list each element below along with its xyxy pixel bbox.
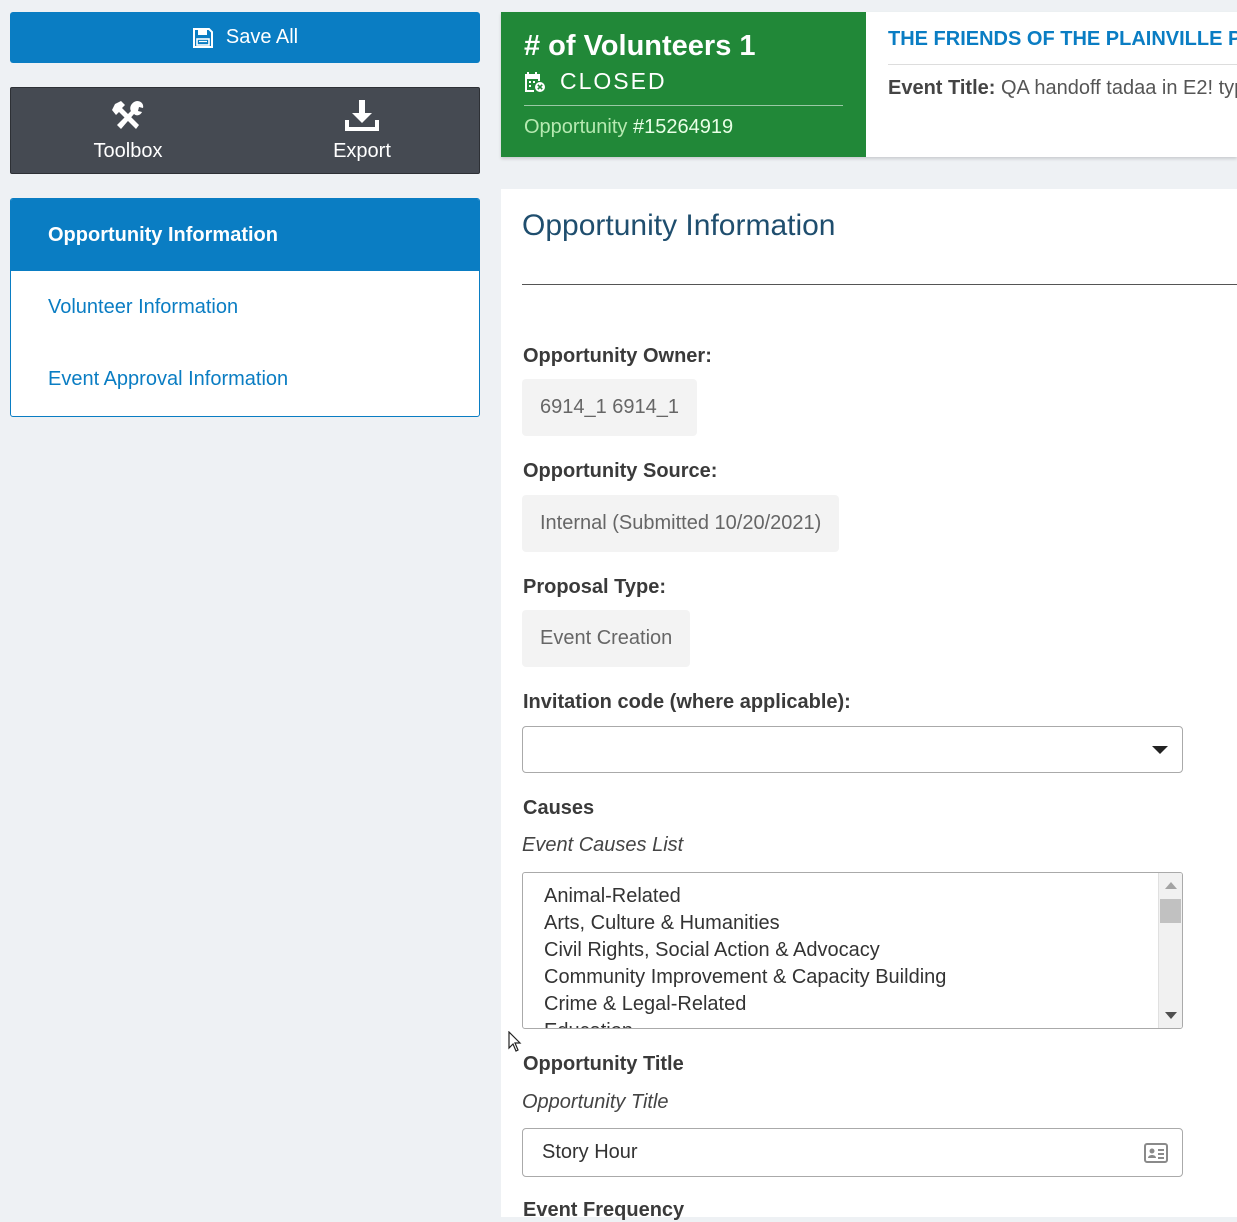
opportunity-prefix: Opportunity (524, 116, 628, 138)
list-item[interactable]: Civil Rights, Social Action & Advocacy (544, 937, 1156, 964)
volunteer-count: # of Volunteers 1 (524, 30, 756, 62)
export-icon (345, 100, 379, 131)
nav-item-label: Volunteer Information (48, 295, 239, 318)
save-all-button[interactable]: Save All (10, 12, 480, 63)
tools-panel: Toolbox Export (10, 87, 480, 174)
opportunity-header: # of Volunteers 1 CLOSED Opportunity #15… (501, 12, 1237, 157)
owner-label: Opportunity Owner: (523, 345, 712, 367)
invitation-code-select[interactable] (522, 726, 1183, 773)
listbox-scrollbar[interactable] (1158, 873, 1182, 1028)
list-item[interactable]: Animal-Related (544, 883, 1156, 910)
owner-value: 6914_1 6914_1 (522, 379, 698, 436)
list-item[interactable]: Education (544, 1018, 1156, 1028)
section-nav: Opportunity Information Volunteer Inform… (10, 198, 480, 417)
proposal-type-value: Event Creation (522, 610, 691, 667)
scroll-up-arrow-icon[interactable] (1165, 882, 1177, 889)
section-title: Opportunity Information (522, 209, 836, 242)
source-value: Internal (Submitted 10/20/2021) (522, 495, 840, 552)
nav-item-volunteer-information[interactable]: Volunteer Information (11, 271, 479, 343)
invitation-code-label: Invitation code (where applicable): (523, 691, 851, 713)
opportunity-title-input[interactable]: Story Hour (522, 1128, 1183, 1177)
event-title-label: Event Title: (888, 77, 996, 99)
chevron-down-icon (1152, 746, 1168, 754)
toolbox-button[interactable]: Toolbox (11, 88, 245, 173)
calendar-closed-icon (525, 71, 545, 92)
causes-label: Causes (523, 797, 595, 819)
list-item[interactable]: Community Improvement & Capacity Buildin… (544, 964, 1156, 991)
status-row: CLOSED (524, 68, 843, 106)
proposal-type-label: Proposal Type: (523, 576, 666, 598)
toolbox-label: Toolbox (93, 140, 163, 162)
opportunity-form: Opportunity Information Opportunity Owne… (501, 189, 1237, 1221)
organization-name-link[interactable]: THE FRIENDS OF THE PLAINVILLE PU (888, 28, 1237, 51)
save-icon (192, 27, 213, 48)
nav-item-event-approval-information[interactable]: Event Approval Information (11, 343, 479, 415)
opportunity-title-label: Opportunity Title (523, 1053, 684, 1075)
nav-item-label: Event Approval Information (48, 367, 289, 390)
export-button[interactable]: Export (245, 88, 479, 173)
status-badge: CLOSED (560, 68, 667, 94)
nav-item-opportunity-information[interactable]: Opportunity Information (11, 199, 479, 271)
list-item[interactable]: Crime & Legal-Related (544, 991, 1156, 1018)
source-label: Opportunity Source: (523, 460, 718, 482)
opportunity-title-sublabel: Opportunity Title (522, 1091, 669, 1113)
scrollbar-thumb[interactable] (1160, 899, 1181, 923)
scroll-down-arrow-icon[interactable] (1165, 1012, 1177, 1019)
toolbox-icon (112, 101, 144, 129)
mouse-pointer-icon (508, 1031, 522, 1052)
causes-listbox[interactable]: Animal-Related Arts, Culture & Humanitie… (522, 872, 1183, 1029)
causes-options: Animal-Related Arts, Culture & Humanitie… (544, 883, 1156, 1028)
opportunity-id: #15264919 (632, 116, 734, 138)
event-frequency-label: Event Frequency (523, 1199, 685, 1221)
save-all-label: Save All (225, 26, 299, 48)
id-card-icon (1144, 1143, 1168, 1163)
event-title: Event Title: QA handoff tadaa in E2! typ (888, 77, 1237, 100)
causes-sublabel: Event Causes List (522, 834, 684, 856)
opportunity-number: Opportunity #15264919 (524, 116, 843, 139)
export-label: Export (333, 140, 391, 162)
status-panel: # of Volunteers 1 CLOSED Opportunity #15… (501, 12, 866, 157)
section-divider (522, 284, 1237, 285)
opportunity-title-value: Story Hour (542, 1141, 638, 1163)
nav-item-label: Opportunity Information (48, 223, 278, 246)
event-title-value: QA handoff tadaa in E2! typ (1001, 77, 1237, 99)
header-divider (888, 64, 1237, 65)
list-item[interactable]: Arts, Culture & Humanities (544, 910, 1156, 937)
